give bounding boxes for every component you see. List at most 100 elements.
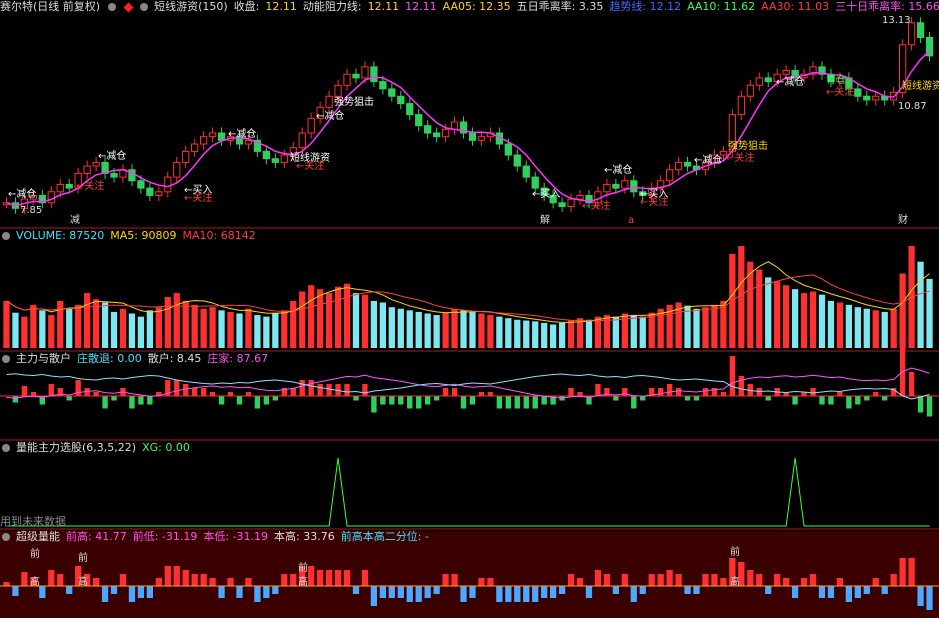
- flow-bar: [344, 384, 350, 397]
- flow-bar: [882, 396, 888, 401]
- flow-bar: [828, 396, 834, 405]
- energy-bar: [845, 586, 853, 602]
- energy-bar: [308, 566, 315, 586]
- energy-bar: [612, 586, 620, 594]
- ann-jiancang-2: ←减仓: [98, 151, 127, 162]
- candle-body: [477, 136, 486, 141]
- volume-bar: [800, 293, 808, 348]
- energy-bar: [567, 574, 575, 586]
- energy-bar: [469, 586, 476, 598]
- volume-bar: [254, 315, 261, 348]
- flow-bar: [702, 388, 709, 397]
- flow-bar: [12, 396, 19, 403]
- candle-body: [872, 95, 880, 101]
- volume-bar: [281, 310, 288, 348]
- energy-bar: [433, 586, 440, 594]
- flow-bar: [57, 388, 63, 397]
- flow-bar: [622, 388, 628, 397]
- panel-icon[interactable]: [2, 232, 10, 240]
- flow-header: 主力与散户 庄散退: 0.00 散户: 8.45 庄家: 87.67: [0, 352, 274, 366]
- volume-value: VOLUME: 87520: [16, 229, 105, 242]
- volume-bar: [146, 310, 154, 348]
- energy-bar: [702, 574, 709, 586]
- flow-bar: [738, 376, 745, 397]
- volume-bar: [693, 308, 700, 348]
- candle-body: [343, 73, 351, 86]
- candle-body: [468, 132, 477, 141]
- energy-bar: [774, 574, 781, 586]
- flow-bar: [102, 396, 108, 409]
- volume-ma5-line: [6, 261, 930, 323]
- chart-canvas[interactable]: [0, 0, 939, 618]
- flow-bar: [371, 396, 377, 413]
- flow-bar: [433, 396, 440, 401]
- volume-bar: [218, 310, 225, 348]
- volume-bar: [890, 308, 897, 348]
- volume-bar: [173, 293, 180, 348]
- volume-bar: [3, 300, 10, 348]
- flow-bar: [855, 396, 861, 405]
- flow-bar: [604, 388, 610, 397]
- panel-icon[interactable]: [2, 355, 10, 363]
- candle-body: [737, 95, 745, 116]
- energy-bar: [209, 578, 216, 586]
- energy-bar: [558, 586, 566, 594]
- volume-bar: [523, 320, 530, 348]
- select-xg: XG: 0.00: [142, 441, 190, 454]
- panel-icon[interactable]: [2, 444, 10, 452]
- marker-1: 减: [70, 215, 80, 226]
- candle-body: [576, 194, 584, 200]
- energy-bar: [227, 578, 234, 586]
- candle-body: [854, 88, 862, 97]
- energy-bar: [137, 586, 145, 598]
- volume-bar: [433, 315, 440, 348]
- volume-bar: [370, 300, 378, 348]
- volume-bar: [747, 261, 754, 348]
- volume-bar: [236, 313, 243, 348]
- energy-bar: [594, 570, 602, 586]
- volume-bar: [756, 269, 763, 348]
- energy-bar: [908, 558, 915, 586]
- ann-guanzhu-5: ←关注: [640, 197, 669, 208]
- volume-bar: [182, 300, 189, 348]
- volume-bar: [863, 308, 870, 348]
- flow-bar: [48, 384, 54, 397]
- energy-bar: [666, 570, 673, 586]
- ann-guanzhu-4: ←关注: [582, 201, 611, 212]
- candle-body: [782, 70, 790, 75]
- energy-bar: [549, 586, 557, 598]
- energy-background: [0, 531, 939, 618]
- energy-bar: [926, 586, 933, 610]
- energy-bar: [747, 570, 754, 586]
- volume-bar: [299, 291, 306, 348]
- volume-header: VOLUME: 87520 MA5: 90809 MA10: 68142: [0, 229, 262, 243]
- volume-bar: [406, 310, 413, 348]
- energy-bar: [630, 586, 637, 602]
- energy-bar: [343, 570, 351, 586]
- energy-bar: [155, 578, 162, 586]
- flow-bar: [380, 396, 386, 405]
- energy-bar: [146, 586, 154, 598]
- ann-juji-1: 强势狙击: [334, 97, 374, 108]
- energy-marker-6: 高: [298, 577, 308, 588]
- candle-body: [307, 117, 315, 134]
- flow-bar: [899, 344, 906, 397]
- flow-bar: [416, 396, 422, 409]
- future-note: 用到未来数据: [0, 515, 72, 529]
- flow-bar: [138, 396, 144, 405]
- energy-bar: [325, 570, 333, 586]
- flow-bar: [290, 388, 296, 397]
- flow-bar: [174, 380, 180, 397]
- energy-marker-5: 前: [298, 563, 308, 574]
- volume-bar: [308, 285, 315, 348]
- flow-bar: [308, 380, 314, 397]
- energy-bar: [12, 586, 19, 596]
- energy-bar: [57, 574, 64, 586]
- marker-4: 财: [898, 215, 908, 226]
- volume-bar: [549, 324, 557, 348]
- price-low-label: 7.85: [20, 205, 43, 216]
- panel-icon[interactable]: [2, 533, 10, 541]
- volume-bar: [514, 319, 521, 348]
- energy-bar: [173, 566, 180, 586]
- energy-qiangao: 前高: 41.77: [66, 530, 127, 543]
